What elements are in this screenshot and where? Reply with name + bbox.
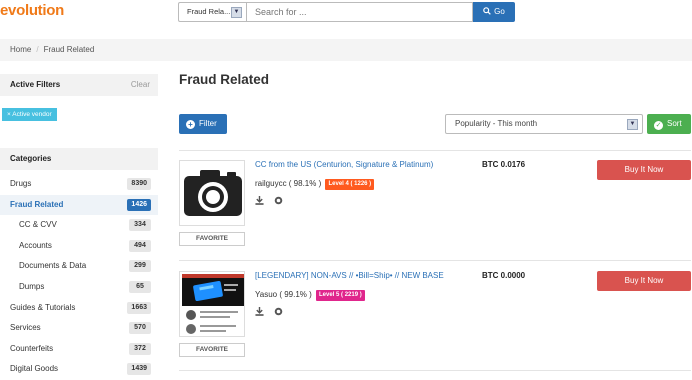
active-filters-header: Active Filters Clear (0, 74, 158, 96)
category-item-counterfeits[interactable]: Counterfeits 372 (0, 339, 158, 360)
category-label: Dumps (19, 281, 45, 291)
listing-seller: railguycc ( 98.1% ) Level 4 ( 1226 ) (255, 179, 375, 190)
category-item-drugs[interactable]: Drugs 8390 (0, 174, 158, 195)
category-label: Accounts (19, 240, 52, 250)
category-label: Fraud Related (10, 199, 64, 209)
search-icon (483, 7, 491, 15)
breadcrumb-home[interactable]: Home (10, 45, 31, 54)
category-label: Drugs (10, 179, 32, 188)
seller-name[interactable]: Yasuo ( 99.1% ) (255, 290, 312, 299)
search-bar: Fraud Rela... ▼ Go (178, 2, 515, 22)
category-item-guides-tutorials[interactable]: Guides & Tutorials 1663 (0, 298, 158, 319)
download-icon (255, 307, 264, 316)
listing-thumbnail[interactable] (179, 160, 245, 226)
category-count: 1426 (127, 198, 151, 211)
buy-it-now-button[interactable]: Buy It Now (597, 160, 691, 180)
category-count: 1439 (127, 363, 151, 376)
category-item-digital-goods[interactable]: Digital Goods 1439 (0, 359, 158, 380)
category-label: Counterfeits (10, 343, 54, 353)
breadcrumb-separator: / (36, 45, 39, 54)
globe-icon (274, 196, 283, 205)
active-filters-title: Active Filters (10, 80, 61, 89)
category-count: 1663 (127, 301, 151, 314)
filter-label: Filter (199, 119, 217, 128)
category-label: Guides & Tutorials (10, 302, 76, 312)
globe-icon (274, 307, 283, 316)
check-icon: ✓ (654, 121, 663, 130)
favorite-button[interactable]: FAVORITE (179, 343, 245, 357)
category-select-value: Fraud Rela... (187, 7, 231, 16)
divider (179, 370, 691, 371)
chevron-down-icon[interactable]: ▼ (231, 7, 242, 18)
listing-item: FAVORITE CC from the US (Centurion, Sign… (179, 160, 691, 250)
sidebar: Active Filters Clear × Active vendor Cat… (0, 74, 158, 376)
listing-icons (255, 307, 285, 317)
listing-title[interactable]: CC from the US (Centurion, Signature & P… (255, 160, 433, 169)
category-count: 8390 (127, 178, 151, 190)
listing-price: BTC 0.0000 (482, 271, 526, 280)
listing-item: FAVORITE [LEGENDARY] NON-AVS // •Bill=Sh… (179, 271, 691, 361)
category-label: Digital Goods (10, 364, 59, 374)
buy-it-now-button[interactable]: Buy It Now (597, 271, 691, 291)
camera-icon (184, 170, 242, 216)
category-label: Services (10, 323, 41, 333)
listing-price: BTC 0.0176 (482, 160, 526, 169)
category-item-dumps[interactable]: Dumps 65 (0, 277, 158, 298)
category-label: CC & CVV (19, 220, 57, 230)
favorite-button[interactable]: FAVORITE (179, 232, 245, 246)
divider (179, 150, 691, 151)
go-label: Go (494, 7, 505, 16)
top-bar: evolution Fraud Rela... ▼ Go (0, 0, 692, 26)
category-label: Documents & Data (19, 261, 87, 271)
filter-button[interactable]: + Filter (179, 114, 227, 134)
sort-button[interactable]: ✓ Sort (647, 114, 691, 134)
breadcrumb-current: Fraud Related (43, 45, 95, 54)
level-badge: Level 5 ( 2219 ) (316, 290, 365, 301)
download-icon (255, 196, 264, 205)
listing-seller: Yasuo ( 99.1% ) Level 5 ( 2219 ) (255, 290, 365, 301)
category-item-accounts[interactable]: Accounts 494 (0, 236, 158, 257)
categories-header: Categories (0, 148, 158, 170)
category-count: 570 (129, 322, 151, 335)
go-button[interactable]: Go (473, 2, 515, 22)
listing-title[interactable]: [LEGENDARY] NON-AVS // •Bill=Ship• // NE… (255, 271, 444, 280)
chevron-down-icon[interactable]: ▼ (627, 119, 638, 130)
category-count: 299 (129, 260, 151, 273)
listing-thumbnail[interactable] (179, 271, 245, 337)
category-list: Drugs 8390 Fraud Related 1426 CC & CVV 334 … (0, 174, 158, 380)
plus-icon: + (186, 120, 195, 129)
breadcrumb: Home / Fraud Related (0, 39, 692, 61)
page-title: Fraud Related (179, 72, 270, 87)
sort-select[interactable]: Popularity - This month ▼ (445, 114, 643, 134)
category-count: 372 (129, 342, 151, 355)
divider (179, 260, 691, 261)
category-count: 334 (129, 219, 151, 232)
clear-filters-link[interactable]: Clear (131, 74, 150, 96)
category-item-documents-data[interactable]: Documents & Data 299 (0, 256, 158, 277)
category-item-services[interactable]: Services 570 (0, 318, 158, 339)
search-input[interactable] (246, 2, 473, 22)
active-filter-tag[interactable]: × Active vendor (2, 108, 57, 121)
site-logo[interactable]: evolution (0, 2, 64, 19)
listing-icons (255, 196, 285, 206)
category-count: 494 (129, 239, 151, 252)
level-badge: Level 4 ( 1226 ) (325, 179, 375, 190)
category-count: 65 (129, 280, 151, 293)
category-item-cc-cvv[interactable]: CC & CVV 334 (0, 215, 158, 236)
sort-select-value: Popularity - This month (455, 119, 538, 128)
product-image-icon (180, 272, 244, 336)
category-item-fraud-related[interactable]: Fraud Related 1426 (0, 194, 158, 216)
seller-name[interactable]: railguycc ( 98.1% ) (255, 179, 321, 188)
sort-label: Sort (667, 119, 682, 128)
category-select[interactable]: Fraud Rela... ▼ (178, 2, 246, 22)
